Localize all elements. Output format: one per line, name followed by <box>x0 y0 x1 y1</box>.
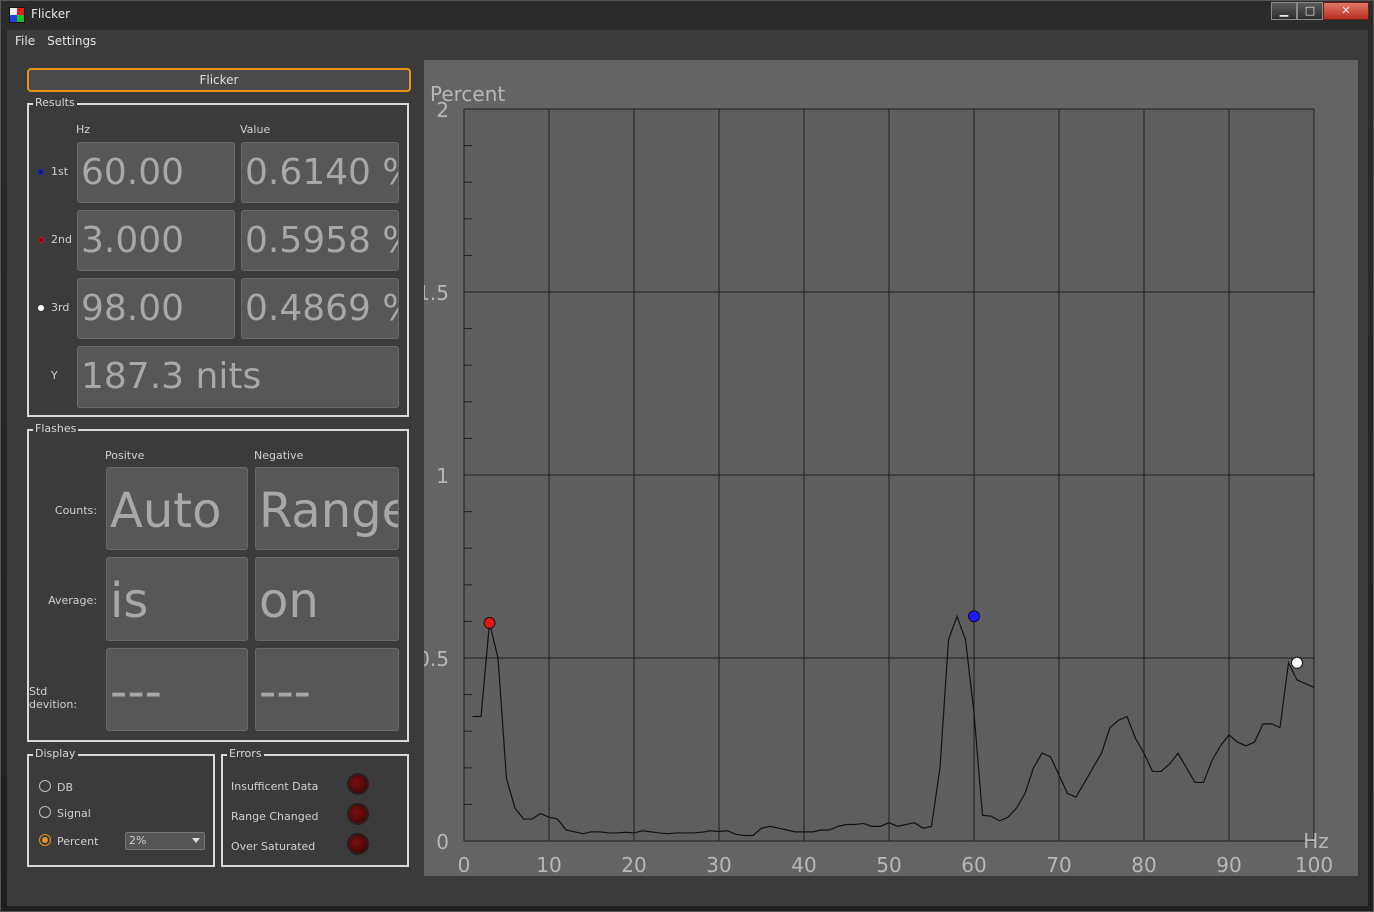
y-tick-label: 1.5 <box>424 281 449 305</box>
over-saturated-led <box>347 833 369 855</box>
first-value-field: 0.6140 % <box>241 142 399 203</box>
percent-combo[interactable]: 2% <box>125 832 205 850</box>
errors-group: Errors Insufficent Data Range Changed Ov… <box>221 747 409 867</box>
average-positive-field: is <box>106 557 248 641</box>
hz-header: Hz <box>76 123 91 136</box>
y-axis-title: Percent <box>430 82 505 106</box>
menu-file[interactable]: File <box>15 30 35 52</box>
percent-label: Percent <box>57 835 99 848</box>
results-title: Results <box>33 96 77 109</box>
value-header: Value <box>240 123 271 136</box>
db-radio[interactable] <box>39 780 51 792</box>
app-icon <box>9 7 25 23</box>
results-group: Results Hz Value 1st 60.00 0.6140 % 2nd … <box>27 96 409 417</box>
second-color-dot <box>38 237 44 243</box>
menu-settings[interactable]: Settings <box>47 30 96 52</box>
x-tick-label: 30 <box>706 853 731 876</box>
x-axis-title: Hz <box>1303 829 1329 853</box>
maximize-button[interactable]: □ <box>1297 2 1323 20</box>
x-tick-label: 10 <box>536 853 561 876</box>
first-color-dot <box>38 169 44 175</box>
y-label: Y <box>51 369 58 382</box>
insufficient-data-led <box>347 773 369 795</box>
std-deviation-label: Std devition: <box>29 685 78 711</box>
x-tick-label: 100 <box>1295 853 1333 876</box>
window-title: Flicker <box>31 7 71 21</box>
flashes-title: Flashes <box>33 422 79 435</box>
menu-bar: File Settings <box>7 30 96 52</box>
third-value-field: 0.4869 % <box>241 278 399 339</box>
second-value-field: 0.5958 % <box>241 210 399 271</box>
title-bar: Flicker ▁ □ ✕ <box>1 1 1373 29</box>
counts-label: Counts: <box>54 504 97 517</box>
first-hz-field: 60.00 <box>77 142 235 203</box>
average-label: Average: <box>48 594 97 607</box>
range-changed-led <box>347 803 369 825</box>
display-title: Display <box>33 747 78 760</box>
average-negative-field: on <box>255 557 399 641</box>
std-negative-field: --- <box>255 648 399 731</box>
counts-positive-field: Auto <box>106 467 248 550</box>
flashes-group: Flashes Positve Negative Counts: Auto Ra… <box>27 422 409 742</box>
second-label: 2nd <box>51 233 72 246</box>
third-color-dot <box>38 305 44 311</box>
client-area: File Settings Flicker Results Hz Value 1… <box>7 30 1368 906</box>
std-positive-field: --- <box>106 648 248 731</box>
peak-marker <box>968 610 980 623</box>
chart-svg: 010203040506070809010000.511.52PercentHz <box>424 82 1333 876</box>
chevron-down-icon <box>192 838 200 843</box>
x-tick-label: 0 <box>458 853 471 876</box>
range-changed-label: Range Changed <box>231 810 319 823</box>
x-tick-label: 60 <box>961 853 986 876</box>
first-label: 1st <box>51 165 69 178</box>
percent-combo-value: 2% <box>129 834 147 847</box>
insufficient-data-label: Insufficent Data <box>231 780 319 793</box>
x-tick-label: 90 <box>1216 853 1241 876</box>
app-window: Flicker ▁ □ ✕ File Settings Flicker Resu… <box>0 0 1374 912</box>
signal-radio[interactable] <box>39 806 51 818</box>
display-group: Display DB Signal Percent 2% <box>27 747 215 867</box>
signal-label: Signal <box>57 807 91 820</box>
db-label: DB <box>57 781 74 794</box>
close-button[interactable]: ✕ <box>1323 2 1369 20</box>
window-controls: ▁ □ ✕ <box>1271 2 1369 20</box>
third-label: 3rd <box>51 301 70 314</box>
y-value-field: 187.3 nits <box>77 346 399 408</box>
x-tick-label: 20 <box>621 853 646 876</box>
y-tick-label: 1 <box>436 464 449 488</box>
x-tick-label: 80 <box>1131 853 1156 876</box>
percent-radio[interactable] <box>39 834 51 846</box>
x-tick-label: 50 <box>876 853 901 876</box>
peak-marker <box>1291 656 1303 669</box>
flicker-button[interactable]: Flicker <box>27 68 411 92</box>
second-hz-field: 3.000 <box>77 210 235 271</box>
y-tick-label: 0.5 <box>424 647 449 671</box>
y-tick-label: 0 <box>436 830 449 854</box>
x-tick-label: 70 <box>1046 853 1071 876</box>
counts-negative-field: Range <box>255 467 399 550</box>
flicker-chart: 010203040506070809010000.511.52PercentHz <box>424 60 1358 876</box>
x-tick-label: 40 <box>791 853 816 876</box>
third-hz-field: 98.00 <box>77 278 235 339</box>
errors-title: Errors <box>227 747 264 760</box>
negative-header: Negative <box>254 449 304 462</box>
over-saturated-label: Over Saturated <box>231 840 316 853</box>
peak-marker <box>483 616 496 629</box>
positive-header: Positve <box>105 449 145 462</box>
minimize-button[interactable]: ▁ <box>1271 2 1297 20</box>
